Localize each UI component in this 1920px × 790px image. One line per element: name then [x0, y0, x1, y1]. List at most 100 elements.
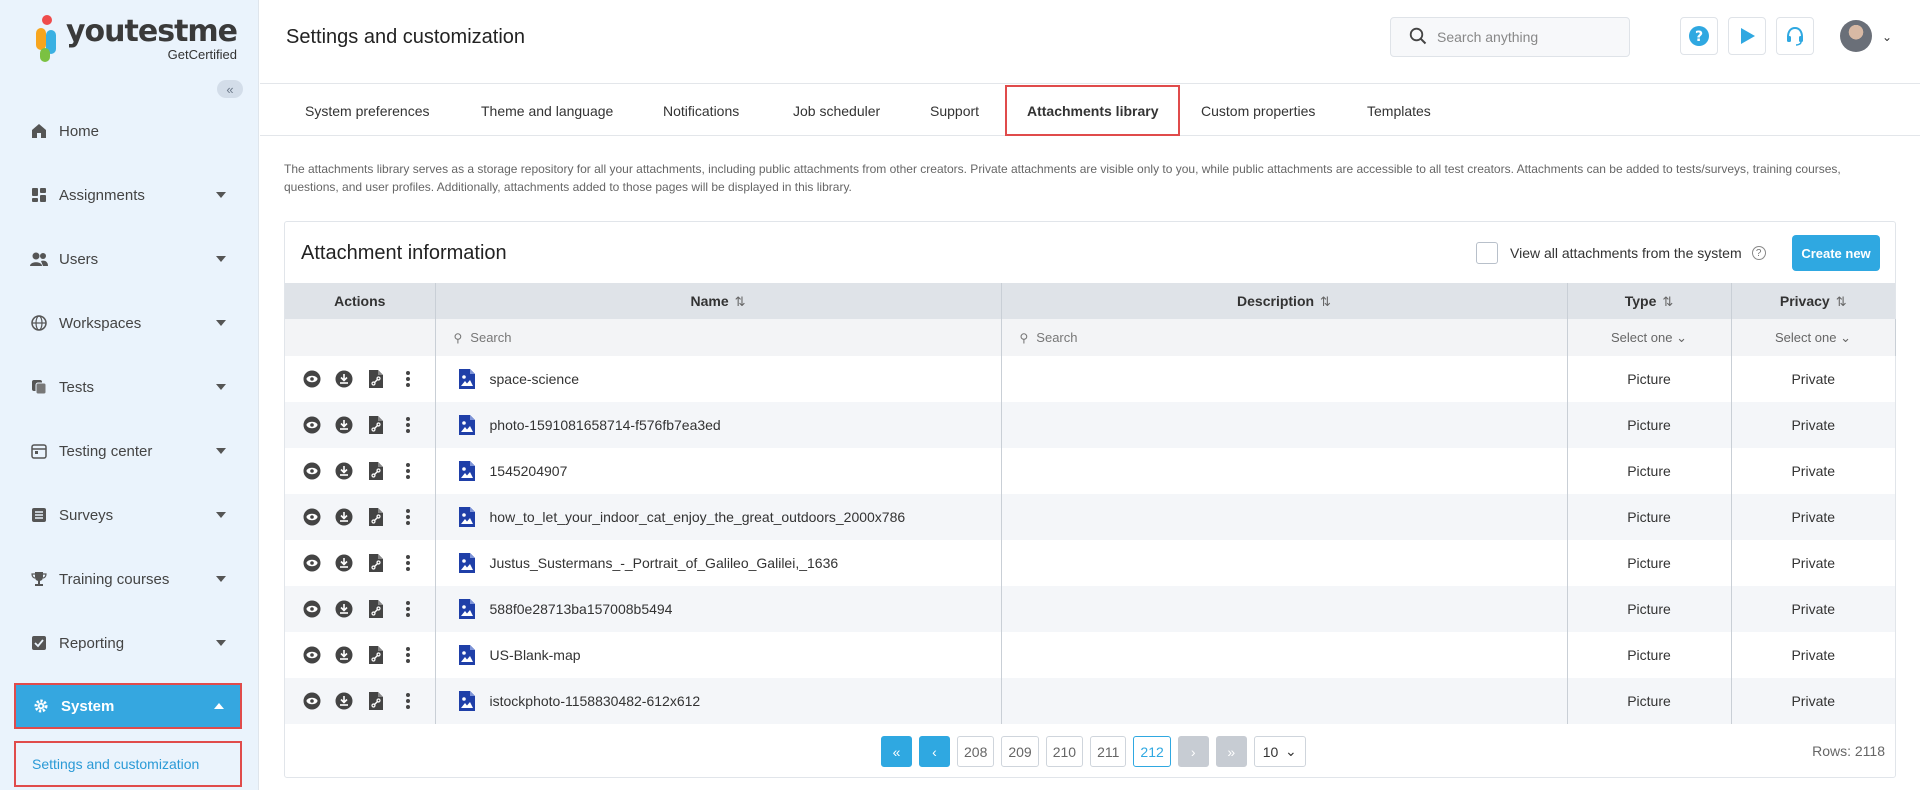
first-page-button[interactable]: «	[881, 736, 912, 767]
tab-custom-properties[interactable]: Custom properties	[1201, 85, 1315, 136]
collapse-sidebar-button[interactable]: «	[217, 80, 243, 98]
more-vertical-icon[interactable]	[398, 599, 418, 619]
download-icon[interactable]	[334, 461, 354, 481]
file-link-icon[interactable]	[366, 645, 386, 665]
play-button[interactable]	[1728, 17, 1766, 55]
column-header-type[interactable]: Type ⇅	[1567, 283, 1732, 319]
eye-icon[interactable]	[302, 415, 322, 435]
more-vertical-icon[interactable]	[398, 461, 418, 481]
sidebar-item-testing-center[interactable]: Testing center	[14, 428, 242, 474]
sort-icon[interactable]: ⇅	[1662, 294, 1673, 309]
view-all-checkbox[interactable]	[1476, 242, 1498, 264]
sort-icon[interactable]: ⇅	[1836, 294, 1847, 309]
eye-icon[interactable]	[302, 691, 322, 711]
eye-icon[interactable]	[302, 507, 322, 527]
sort-icon[interactable]: ⇅	[735, 294, 746, 309]
view-all-toggle[interactable]: View all attachments from the system ?	[1476, 242, 1766, 264]
attachment-name[interactable]: 588f0e28713ba157008b5494	[490, 601, 673, 617]
download-icon[interactable]	[334, 415, 354, 435]
previous-page-button[interactable]: ‹	[919, 736, 950, 767]
gear-icon	[32, 697, 50, 715]
more-vertical-icon[interactable]	[398, 369, 418, 389]
sidebar-item-label: Surveys	[59, 506, 114, 524]
page-button[interactable]: 211	[1090, 736, 1127, 767]
name-filter-input[interactable]: ⚲ Search	[435, 319, 1002, 356]
sidebar-item-home[interactable]: Home	[14, 108, 242, 154]
sidebar-item-training-courses[interactable]: Training courses	[14, 556, 242, 602]
file-link-icon[interactable]	[366, 369, 386, 389]
page-size-select[interactable]: 10 ⌄	[1253, 736, 1306, 767]
eye-icon[interactable]	[302, 369, 322, 389]
page-button[interactable]: 210	[1045, 736, 1084, 767]
pagination: « ‹ 208 209 210 211 212 › » 10 ⌄	[881, 736, 1306, 767]
help-circle-icon[interactable]: ?	[1751, 246, 1766, 260]
download-icon[interactable]	[334, 645, 354, 665]
file-link-icon[interactable]	[366, 461, 386, 481]
tab-notifications[interactable]: Notifications	[663, 85, 739, 136]
eye-icon[interactable]	[302, 599, 322, 619]
attachment-name[interactable]: photo-1591081658714-f576fb7ea3ed	[490, 417, 721, 433]
attachment-name[interactable]: Justus_Sustermans_-_Portrait_of_Galileo_…	[490, 555, 839, 571]
tab-support[interactable]: Support	[930, 85, 979, 136]
more-vertical-icon[interactable]	[398, 507, 418, 527]
global-search-input[interactable]: Search anything	[1390, 17, 1630, 57]
eye-icon[interactable]	[302, 461, 322, 481]
download-icon[interactable]	[334, 599, 354, 619]
sort-icon[interactable]: ⇅	[1320, 294, 1331, 309]
more-vertical-icon[interactable]	[398, 415, 418, 435]
page-button[interactable]: 208	[957, 736, 995, 767]
sidebar-subitem-settings[interactable]: Settings and customization	[14, 741, 242, 787]
name-cell: space-science	[435, 356, 1002, 402]
column-header-privacy[interactable]: Privacy ⇅	[1731, 283, 1895, 319]
description-filter-input[interactable]: ⚲ Search	[1001, 319, 1568, 356]
file-link-icon[interactable]	[366, 599, 386, 619]
tab-theme-and-language[interactable]: Theme and language	[481, 85, 613, 136]
sidebar-item-reporting[interactable]: Reporting	[14, 620, 242, 666]
column-header-description[interactable]: Description ⇅	[1001, 283, 1568, 319]
tab-templates[interactable]: Templates	[1367, 85, 1431, 136]
more-vertical-icon[interactable]	[398, 645, 418, 665]
column-header-name[interactable]: Name ⇅	[435, 283, 1002, 319]
name-cell: istockphoto-1158830482-612x612	[435, 678, 1002, 724]
download-icon[interactable]	[334, 369, 354, 389]
file-link-icon[interactable]	[366, 507, 386, 527]
attachment-name[interactable]: space-science	[490, 371, 580, 387]
eye-icon[interactable]	[302, 553, 322, 573]
attachment-name[interactable]: 1545204907	[490, 463, 568, 479]
filter-row: ⚲ Search ⚲ Search Select one ⌄ Select one …	[285, 319, 1896, 356]
file-link-icon[interactable]	[366, 691, 386, 711]
download-icon[interactable]	[334, 553, 354, 573]
page-button[interactable]: 209	[1001, 736, 1039, 767]
sidebar-item-tests[interactable]: Tests	[14, 364, 242, 410]
sidebar-item-assignments[interactable]: Assignments	[14, 172, 242, 218]
sidebar-item-users[interactable]: Users	[14, 236, 242, 282]
support-button[interactable]	[1776, 17, 1814, 55]
create-new-button[interactable]: Create new	[1792, 235, 1880, 271]
current-page-button[interactable]: 212	[1133, 736, 1171, 767]
attachment-name[interactable]: istockphoto-1158830482-612x612	[490, 693, 701, 709]
type-filter-select[interactable]: Select one ⌄	[1567, 319, 1732, 356]
tab-attachments-library[interactable]: Attachments library	[1005, 85, 1181, 136]
download-icon[interactable]	[334, 691, 354, 711]
logo[interactable]: youtestme GetCertified	[34, 14, 238, 70]
attachment-name[interactable]: how_to_let_your_indoor_cat_enjoy_the_gre…	[490, 509, 906, 525]
download-icon[interactable]	[334, 507, 354, 527]
sidebar-item-system[interactable]: System	[14, 683, 242, 729]
privacy-filter-select[interactable]: Select one ⌄	[1731, 319, 1896, 356]
more-vertical-icon[interactable]	[398, 553, 418, 573]
sidebar-item-workspaces[interactable]: Workspaces	[14, 300, 242, 346]
attachment-name[interactable]: US-Blank-map	[490, 647, 581, 663]
file-link-icon[interactable]	[366, 415, 386, 435]
chevron-down-icon[interactable]: ⌄	[1882, 30, 1892, 44]
next-page-button[interactable]: ›	[1177, 736, 1209, 767]
help-button[interactable]: ?	[1680, 17, 1718, 55]
more-vertical-icon[interactable]	[398, 691, 418, 711]
tab-job-scheduler[interactable]: Job scheduler	[793, 85, 880, 136]
last-page-button[interactable]: »	[1215, 736, 1247, 767]
tab-system-preferences[interactable]: System preferences	[305, 85, 430, 136]
calendar-icon	[30, 442, 48, 460]
file-link-icon[interactable]	[366, 553, 386, 573]
sidebar-item-surveys[interactable]: Surveys	[14, 492, 242, 538]
eye-icon[interactable]	[302, 645, 322, 665]
avatar[interactable]	[1840, 20, 1872, 52]
